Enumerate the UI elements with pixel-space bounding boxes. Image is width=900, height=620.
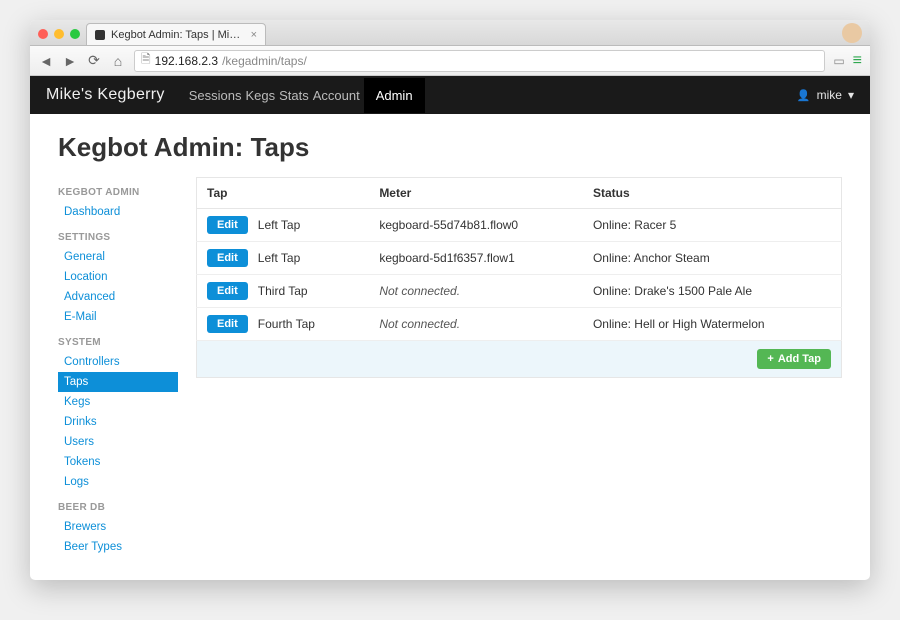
nav-kegs[interactable]: Kegs <box>245 88 275 103</box>
profile-avatar[interactable] <box>842 23 862 43</box>
sidebar-item-general[interactable]: General <box>58 247 178 267</box>
sidebar-heading: SYSTEM <box>58 337 178 348</box>
browser-tab[interactable]: Kegbot Admin: Taps | Mik… × <box>86 23 266 45</box>
sidebar-item-brewers[interactable]: Brewers <box>58 517 178 537</box>
sidebar-link[interactable]: Controllers <box>64 356 120 368</box>
tap-name: Fourth Tap <box>258 317 315 331</box>
user-icon: 👤 <box>797 89 811 102</box>
sidebar-link[interactable]: Taps <box>64 376 88 388</box>
col-meter: Meter <box>369 178 583 209</box>
home-button[interactable]: ⌂ <box>110 53 126 69</box>
window-controls <box>36 29 86 45</box>
sidebar-item-controllers[interactable]: Controllers <box>58 352 178 372</box>
meter-cell: Not connected. <box>369 275 583 308</box>
edit-button[interactable]: Edit <box>207 282 248 300</box>
menu-icon[interactable]: ≡ <box>853 52 862 70</box>
nav-account[interactable]: Account <box>313 88 360 103</box>
forward-button[interactable]: ► <box>62 53 78 69</box>
sidebar-item-e-mail[interactable]: E-Mail <box>58 307 178 327</box>
admin-sidebar: KEGBOT ADMIN Dashboard SETTINGS General Loca… <box>58 177 178 557</box>
page-icon: 🗎 <box>141 50 151 71</box>
cast-icon[interactable]: ▭ <box>833 54 844 68</box>
sidebar-item-taps[interactable]: Taps <box>58 372 178 392</box>
table-row: Edit Fourth Tap Not connected.Online: Hell… <box>197 308 842 341</box>
plus-icon: + <box>767 353 773 365</box>
col-status: Status <box>583 178 842 209</box>
sidebar-link[interactable]: Tokens <box>64 456 100 468</box>
maximize-window-button[interactable] <box>70 29 80 39</box>
status-cell: Online: Hell or High Watermelon <box>583 308 842 341</box>
table-row: Edit Left Tap kegboard-5d1f6357.flow1Onlin… <box>197 242 842 275</box>
tap-name: Left Tap <box>258 218 300 232</box>
browser-toolbar: ◄ ► ⟳ ⌂ 🗎 192.168.2.3/kegadmin/taps/ ▭ ≡ <box>30 46 870 76</box>
table-footer: + Add Tap <box>196 341 842 378</box>
url-path: /kegadmin/taps/ <box>222 54 307 68</box>
sidebar-link[interactable]: Users <box>64 436 94 448</box>
sidebar-link[interactable]: Beer Types <box>64 541 122 553</box>
sidebar-item-kegs[interactable]: Kegs <box>58 392 178 412</box>
close-window-button[interactable] <box>38 29 48 39</box>
taps-table: TapMeterStatus Edit Left Tap kegboard-55d7… <box>196 177 842 341</box>
status-cell: Online: Racer 5 <box>583 209 842 242</box>
status-cell: Online: Drake's 1500 Pale Ale <box>583 275 842 308</box>
close-tab-icon[interactable]: × <box>251 29 257 41</box>
sidebar-item-beer-types[interactable]: Beer Types <box>58 537 178 557</box>
sidebar-link[interactable]: Drinks <box>64 416 97 428</box>
sidebar-item-drinks[interactable]: Drinks <box>58 412 178 432</box>
tap-name: Left Tap <box>258 251 300 265</box>
favicon-icon <box>95 30 105 40</box>
tab-strip: Kegbot Admin: Taps | Mik… × <box>30 20 870 46</box>
sidebar-link[interactable]: General <box>64 251 105 263</box>
sidebar-item-location[interactable]: Location <box>58 267 178 287</box>
col-tap: Tap <box>197 178 370 209</box>
status-cell: Online: Anchor Steam <box>583 242 842 275</box>
chevron-down-icon: ▾ <box>848 88 854 102</box>
url-host: 192.168.2.3 <box>155 54 218 68</box>
sidebar-link[interactable]: Logs <box>64 476 89 488</box>
tab-title: Kegbot Admin: Taps | Mik… <box>111 29 245 41</box>
table-row: Edit Third Tap Not connected.Online: Drake… <box>197 275 842 308</box>
reload-button[interactable]: ⟳ <box>86 52 102 69</box>
nav-sessions[interactable]: Sessions <box>189 88 242 103</box>
sidebar-item-users[interactable]: Users <box>58 432 178 452</box>
sidebar-item-tokens[interactable]: Tokens <box>58 452 178 472</box>
sidebar-link[interactable]: Advanced <box>64 291 115 303</box>
page-title: Kegbot Admin: Taps <box>58 132 842 163</box>
sidebar-link[interactable]: Dashboard <box>64 206 120 218</box>
sidebar-link[interactable]: Kegs <box>64 396 90 408</box>
add-tap-button[interactable]: + Add Tap <box>757 349 831 369</box>
meter-cell: kegboard-5d1f6357.flow1 <box>369 242 583 275</box>
table-row: Edit Left Tap kegboard-55d74b81.flow0Onlin… <box>197 209 842 242</box>
add-tap-label: Add Tap <box>778 353 821 365</box>
back-button[interactable]: ◄ <box>38 53 54 69</box>
sidebar-item-advanced[interactable]: Advanced <box>58 287 178 307</box>
minimize-window-button[interactable] <box>54 29 64 39</box>
edit-button[interactable]: Edit <box>207 249 248 267</box>
edit-button[interactable]: Edit <box>207 315 248 333</box>
sidebar-link[interactable]: Brewers <box>64 521 106 533</box>
meter-cell: Not connected. <box>369 308 583 341</box>
user-menu[interactable]: 👤 mike ▾ <box>797 88 854 102</box>
user-name: mike <box>817 88 842 102</box>
sidebar-heading: KEGBOT ADMIN <box>58 187 178 198</box>
sidebar-link[interactable]: E-Mail <box>64 311 97 323</box>
main-panel: TapMeterStatus Edit Left Tap kegboard-55d7… <box>196 177 842 557</box>
browser-window: Kegbot Admin: Taps | Mik… × ◄ ► ⟳ ⌂ 🗎 19… <box>30 20 870 580</box>
brand-title[interactable]: Mike's Kegberry <box>46 86 165 104</box>
sidebar-heading: BEER DB <box>58 502 178 513</box>
nav-stats[interactable]: Stats <box>279 88 309 103</box>
sidebar-item-logs[interactable]: Logs <box>58 472 178 492</box>
sidebar-link[interactable]: Location <box>64 271 107 283</box>
address-bar[interactable]: 🗎 192.168.2.3/kegadmin/taps/ <box>134 50 825 72</box>
page-content: Kegbot Admin: Taps KEGBOT ADMIN Dashboard… <box>30 114 870 580</box>
sidebar-item-dashboard[interactable]: Dashboard <box>58 202 178 222</box>
site-navbar: Mike's Kegberry SessionsKegs Stats Account… <box>30 76 870 114</box>
tap-name: Third Tap <box>258 284 308 298</box>
edit-button[interactable]: Edit <box>207 216 248 234</box>
nav-admin[interactable]: Admin <box>364 78 425 113</box>
sidebar-heading: SETTINGS <box>58 232 178 243</box>
meter-cell: kegboard-55d74b81.flow0 <box>369 209 583 242</box>
